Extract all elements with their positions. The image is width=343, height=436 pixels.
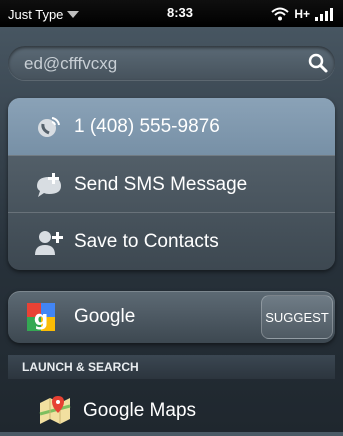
send-sms-label: Send SMS Message (74, 173, 248, 195)
search-input[interactable]: ed@cfffvcxg (8, 46, 335, 80)
action-list: 1 (408) 555-9876 Send SMS Message Save t… (8, 98, 335, 270)
save-contact-label: Save to Contacts (74, 230, 219, 252)
phone-icon (38, 116, 60, 137)
wifi-icon (271, 7, 289, 21)
phone-number-label: 1 (408) 555-9876 (74, 115, 220, 137)
clock: 8:33 (166, 5, 194, 20)
svg-text:g: g (34, 306, 48, 330)
network-type: H+ (294, 7, 310, 21)
chevron-down-icon (67, 10, 80, 18)
google-maps-label: Google Maps (83, 400, 197, 421)
search-icon[interactable] (307, 52, 329, 74)
save-contact-row[interactable]: Save to Contacts (8, 212, 335, 270)
google-maps-icon (39, 396, 71, 424)
signal-icon (315, 7, 333, 21)
app-menu[interactable]: Just Type (8, 5, 80, 23)
section-header: LAUNCH & SEARCH (8, 355, 335, 379)
search-query: ed@cfffvcxg (24, 54, 118, 73)
sms-icon (37, 172, 61, 197)
add-contact-icon (35, 230, 63, 255)
app-menu-label: Just Type (8, 6, 64, 22)
status-bar: Just Type 8:33 H+ (0, 0, 343, 27)
section-title: LAUNCH & SEARCH (22, 360, 139, 374)
send-sms-row[interactable]: Send SMS Message (8, 155, 335, 213)
google-search-row[interactable]: g Google SUGGEST (8, 291, 335, 343)
suggest-button[interactable]: SUGGEST (261, 295, 333, 339)
launch-item-google-maps[interactable]: Google Maps (8, 384, 335, 436)
google-icon: g (27, 303, 55, 331)
status-icons: H+ (271, 4, 333, 24)
suggest-label: SUGGEST (265, 309, 329, 325)
call-phone-row[interactable]: 1 (408) 555-9876 (8, 98, 335, 155)
google-label: Google (74, 306, 136, 327)
